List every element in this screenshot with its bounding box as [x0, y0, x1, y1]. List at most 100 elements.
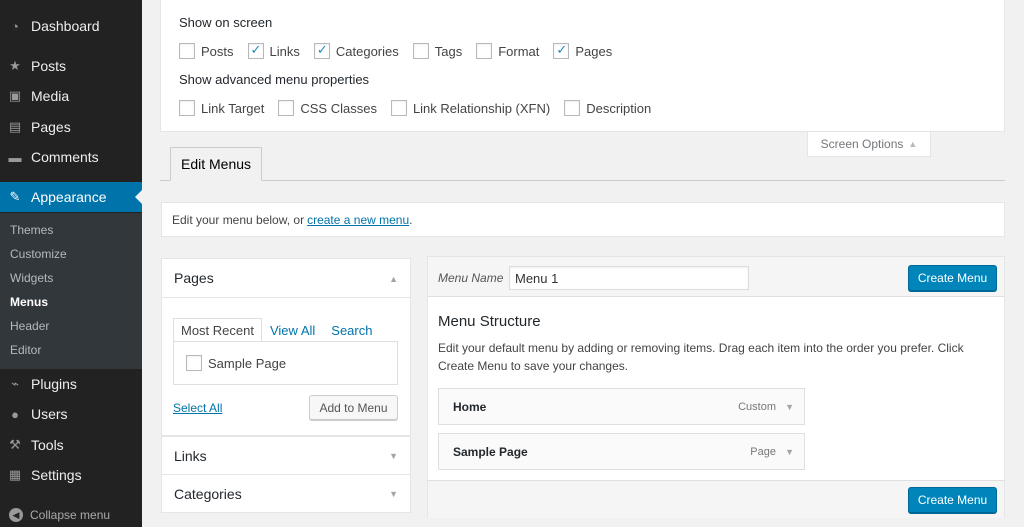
menu-structure-description: Edit your default menu by adding or remo…	[438, 341, 964, 373]
submenu-item-header[interactable]: Header	[10, 319, 49, 333]
add-to-menu-button[interactable]: Add to Menu	[309, 395, 398, 420]
collapse-menu-label: Collapse menu	[30, 508, 111, 522]
checkbox[interactable]	[278, 100, 295, 116]
menu-item-media[interactable]: ▣ Media	[0, 81, 142, 111]
menu-item-type: Custom	[738, 401, 776, 413]
menu-item-users[interactable]: ● Users	[0, 399, 142, 429]
checkbox[interactable]	[186, 355, 202, 371]
links-accordion[interactable]: Links ▼	[161, 436, 411, 475]
menu-item-home[interactable]: Home Custom ▼	[438, 388, 805, 425]
menu-item-dashboard[interactable]: ◔ Dashboard	[0, 11, 142, 41]
menu-item-label: Comments	[31, 149, 99, 165]
comment-icon: ▬	[8, 149, 22, 165]
screen-options-toggle[interactable]: Screen Options ▲	[807, 132, 931, 157]
pages-tabs: Most Recent View All Search	[173, 318, 380, 342]
option-format[interactable]: Format	[476, 43, 539, 59]
menu-item-settings[interactable]: ▦ Settings	[0, 460, 142, 490]
tab-view-all[interactable]: View All	[270, 318, 315, 342]
option-posts[interactable]: Posts	[179, 43, 234, 59]
show-on-screen-heading: Show on screen	[179, 15, 273, 30]
checkbox[interactable]	[179, 43, 195, 59]
menu-item-title: Home	[453, 400, 487, 414]
menu-item-label: Plugins	[31, 376, 77, 392]
menu-item-label: Posts	[31, 58, 67, 74]
paintbrush-icon: ✎	[9, 189, 21, 204]
appearance-submenu: Themes Customize Widgets Menus Header Ed…	[0, 213, 142, 369]
menu-item-label: Tools	[31, 437, 64, 453]
tab-most-recent[interactable]: Most Recent	[173, 318, 262, 342]
menu-structure-title: Menu Structure	[438, 313, 541, 330]
option-css-classes[interactable]: CSS Classes	[278, 100, 377, 116]
menu-item-label: Pages	[31, 119, 71, 135]
caret-down-icon[interactable]: ▼	[785, 402, 794, 412]
option-label: Posts	[201, 43, 234, 59]
option-links[interactable]: Links	[247, 42, 300, 59]
manage-menus-text: Edit your menu below, or	[172, 212, 305, 227]
option-pages[interactable]: Pages	[553, 42, 613, 59]
tab-edit-menus[interactable]: Edit Menus	[170, 147, 263, 181]
caret-up-icon[interactable]: ▲	[389, 274, 398, 284]
caret-down-icon[interactable]: ▼	[389, 489, 398, 499]
tab-search[interactable]: Search	[331, 318, 372, 342]
option-description[interactable]: Description	[564, 100, 651, 116]
option-link-relationship[interactable]: Link Relationship (XFN)	[390, 100, 550, 116]
menu-name-input[interactable]	[509, 266, 749, 290]
users-icon: ●	[11, 406, 19, 422]
media-icon: ▣	[8, 88, 22, 103]
menu-item-label: Users	[31, 406, 68, 422]
active-menu-arrow	[135, 190, 142, 204]
option-link-target[interactable]: Link Target	[179, 100, 264, 116]
caret-down-icon[interactable]: ▼	[389, 451, 398, 461]
settings-icon: ▦	[8, 467, 22, 482]
categories-accordion[interactable]: Categories ▼	[161, 474, 411, 513]
advanced-properties-heading: Show advanced menu properties	[179, 72, 370, 87]
create-new-menu-link[interactable]: create a new menu	[307, 213, 409, 227]
manage-menus-suffix: .	[409, 212, 413, 227]
submenu-item-customize[interactable]: Customize	[10, 247, 67, 261]
select-all-link[interactable]: Select All	[173, 401, 222, 415]
submenu-item-menus[interactable]: Menus	[10, 295, 48, 309]
collapse-arrow-icon: ◀	[9, 508, 23, 522]
option-label: Categories	[335, 43, 399, 59]
menu-edit-header: Menu Name Create Menu	[428, 257, 1004, 297]
menu-item-pages[interactable]: ▤ Pages	[0, 112, 142, 142]
links-accordion-heading[interactable]: Links	[174, 448, 207, 464]
option-label: Tags	[434, 43, 463, 59]
menu-item-label: Dashboard	[31, 18, 100, 34]
menu-item-posts[interactable]: ★ Posts	[0, 51, 142, 81]
caret-down-icon[interactable]: ▼	[785, 447, 794, 457]
advanced-properties-options: Link Target CSS Classes Link Relationshi…	[179, 100, 665, 116]
checkbox[interactable]	[313, 42, 330, 59]
checkbox[interactable]	[247, 42, 264, 59]
checkbox[interactable]	[564, 100, 581, 116]
menu-item-sample-page[interactable]: Sample Page Page ▼	[438, 433, 805, 470]
pages-accordion-heading[interactable]: Pages	[174, 270, 214, 286]
checkbox[interactable]	[412, 43, 429, 59]
option-label: Links	[269, 43, 300, 59]
categories-accordion-heading[interactable]: Categories	[174, 486, 242, 502]
menu-item-tools[interactable]: ⚒ Tools	[0, 430, 142, 460]
screen-options-label: Screen Options	[820, 137, 904, 151]
option-categories[interactable]: Categories	[313, 42, 399, 59]
checkbox[interactable]	[553, 42, 570, 59]
pushpin-icon: ★	[9, 58, 21, 73]
most-recent-panel: Sample Page	[173, 341, 398, 385]
menu-item-plugins[interactable]: ⌁ Plugins	[0, 369, 142, 399]
page-item-sample-page[interactable]: Sample Page	[186, 355, 286, 371]
create-menu-button[interactable]: Create Menu	[908, 265, 997, 291]
option-tags[interactable]: Tags	[412, 43, 463, 59]
checkbox[interactable]	[390, 100, 407, 116]
pages-icon: ▤	[8, 119, 22, 134]
submenu-item-editor[interactable]: Editor	[10, 343, 41, 357]
checkbox[interactable]	[179, 100, 195, 116]
submenu-item-widgets[interactable]: Widgets	[10, 271, 53, 285]
menu-name-label: Menu Name	[438, 271, 504, 285]
menu-item-appearance[interactable]: ✎ Appearance	[0, 182, 142, 212]
submenu-item-themes[interactable]: Themes	[10, 223, 53, 237]
checkbox[interactable]	[476, 43, 493, 59]
option-label: Pages	[575, 43, 613, 59]
manage-menus-box: Edit your menu below, or create a new me…	[161, 202, 1005, 237]
menu-item-comments[interactable]: ▬ Comments	[0, 142, 142, 172]
collapse-menu-button[interactable]: ◀ Collapse menu	[0, 503, 142, 527]
create-menu-footer-button[interactable]: Create Menu	[908, 487, 997, 513]
